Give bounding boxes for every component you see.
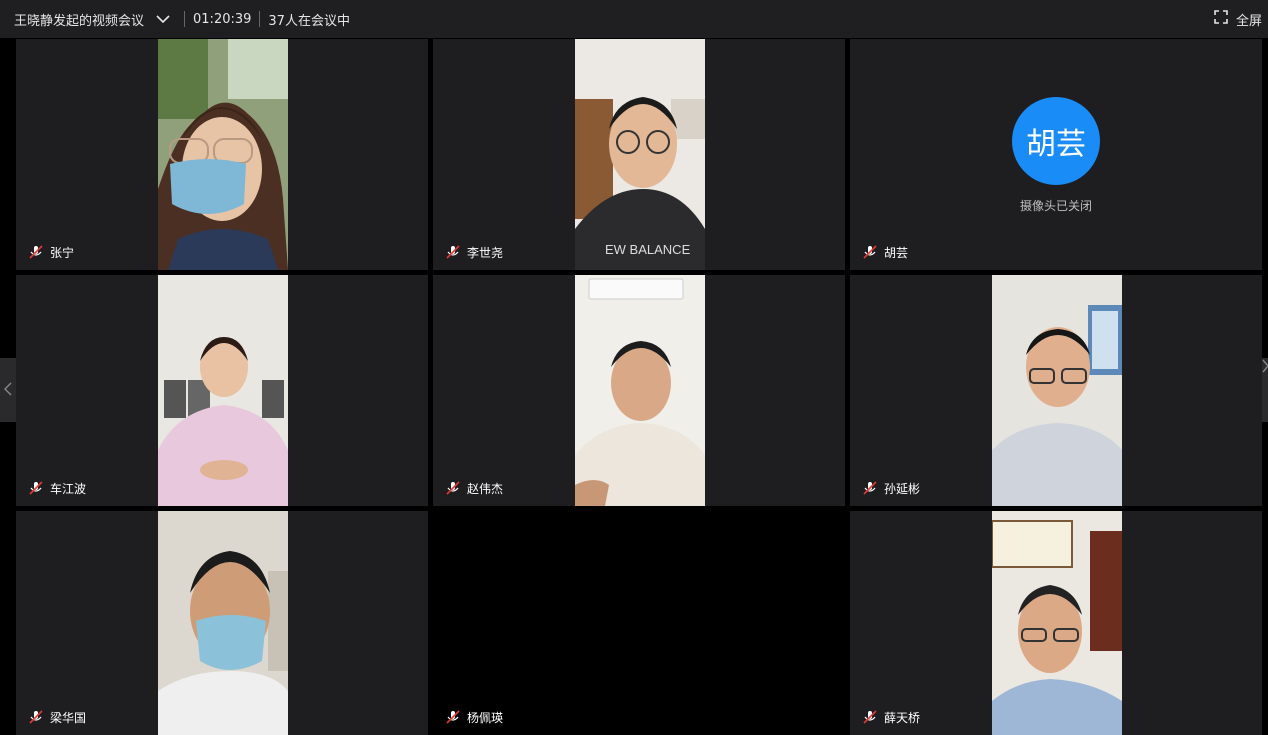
divider <box>184 11 186 27</box>
mic-muted-icon <box>445 709 461 725</box>
mic-muted-icon <box>445 480 461 496</box>
participant-name: 孙延彬 <box>884 481 921 496</box>
elapsed-time: 01:20:39 <box>193 11 252 27</box>
participant-video <box>575 275 705 506</box>
fullscreen-button[interactable]: 全屏 <box>1214 0 1262 38</box>
avatar: 胡芸 <box>1012 97 1100 185</box>
mic-muted-icon <box>28 244 44 260</box>
participant-video: EW BALANCE <box>575 39 705 270</box>
participant-name: 李世尧 <box>467 245 504 260</box>
fullscreen-icon <box>1214 10 1228 28</box>
mic-muted-icon <box>862 244 878 260</box>
participant-tile[interactable]: 车江波 <box>16 275 428 506</box>
participant-tile[interactable]: 张宁 <box>16 39 428 270</box>
participant-namebar: 张宁 <box>22 240 80 264</box>
participant-tile[interactable]: EW BALANCE 李世尧 <box>433 39 845 270</box>
participant-name: 梁华国 <box>50 710 87 725</box>
participant-tile[interactable]: 孙延彬 <box>850 275 1262 506</box>
participant-namebar: 车江波 <box>22 476 92 500</box>
mic-muted-icon <box>28 709 44 725</box>
chevron-right-icon <box>1262 358 1268 377</box>
mic-muted-icon <box>862 480 878 496</box>
participant-video <box>158 39 288 270</box>
participant-name: 杨佩瑛 <box>467 710 504 725</box>
camera-off-status: 摄像头已关闭 <box>1019 199 1092 213</box>
participant-tile[interactable]: 薛天桥 <box>850 511 1262 735</box>
mic-muted-icon <box>28 480 44 496</box>
chevron-left-icon <box>4 381 12 400</box>
participant-tile[interactable]: 梁华国 <box>16 511 428 735</box>
participant-namebar: 孙延彬 <box>856 476 926 500</box>
mic-muted-icon <box>445 244 461 260</box>
participant-namebar: 梁华国 <box>22 705 92 729</box>
meeting-topbar: 王晓静发起的视频会议 01:20:39 37人在会议中 全屏 <box>0 0 1268 38</box>
next-page-button[interactable] <box>1262 358 1268 422</box>
video-grid: 张宁 EW BALANCE 李世尧 胡芸 摄像头已关闭 胡芸 车江波 赵伟杰 孙… <box>16 39 1262 735</box>
svg-text:EW BALANCE: EW BALANCE <box>605 242 691 257</box>
participant-tile[interactable]: 赵伟杰 <box>433 275 845 506</box>
participant-video <box>158 275 288 506</box>
participant-namebar: 胡芸 <box>856 240 914 264</box>
participant-video <box>158 511 288 735</box>
divider <box>259 11 261 27</box>
mic-muted-icon <box>862 709 878 725</box>
participant-namebar: 薛天桥 <box>856 705 926 729</box>
participant-tile[interactable]: 胡芸 摄像头已关闭 胡芸 <box>850 39 1262 270</box>
participant-name: 赵伟杰 <box>467 481 504 496</box>
participant-name: 薛天桥 <box>884 710 921 725</box>
chevron-down-icon[interactable] <box>156 12 170 26</box>
participant-count[interactable]: 37人在会议中 <box>268 10 350 29</box>
participant-namebar: 赵伟杰 <box>439 476 509 500</box>
participant-video <box>992 511 1122 735</box>
prev-page-button[interactable] <box>0 358 16 422</box>
participant-name: 车江波 <box>50 481 87 496</box>
fullscreen-label: 全屏 <box>1235 13 1262 29</box>
participant-tile[interactable]: 杨佩瑛 <box>433 511 845 735</box>
participant-name: 张宁 <box>50 245 75 260</box>
participant-namebar: 李世尧 <box>439 240 509 264</box>
participant-namebar: 杨佩瑛 <box>439 705 510 729</box>
participant-video <box>992 275 1122 506</box>
meeting-title: 王晓静发起的视频会议 <box>14 13 145 29</box>
participant-name: 胡芸 <box>884 245 909 260</box>
